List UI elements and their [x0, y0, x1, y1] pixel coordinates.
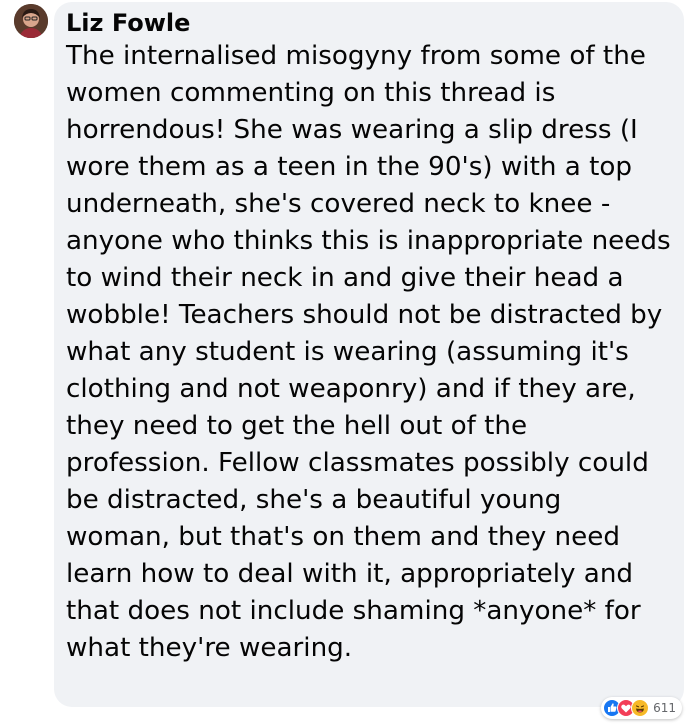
author-avatar[interactable]	[14, 4, 48, 38]
avatar-photo-icon	[14, 4, 48, 38]
comment: Liz Fowle The internalised misogyny from…	[0, 0, 700, 726]
haha-icon	[631, 699, 650, 717]
reactions-summary[interactable]: 611	[601, 697, 682, 719]
comment-bubble: Liz Fowle The internalised misogyny from…	[54, 2, 684, 707]
author-name[interactable]: Liz Fowle	[66, 8, 190, 38]
comment-text: The internalised misogyny from some of t…	[66, 41, 671, 663]
reaction-count: 611	[653, 701, 676, 715]
